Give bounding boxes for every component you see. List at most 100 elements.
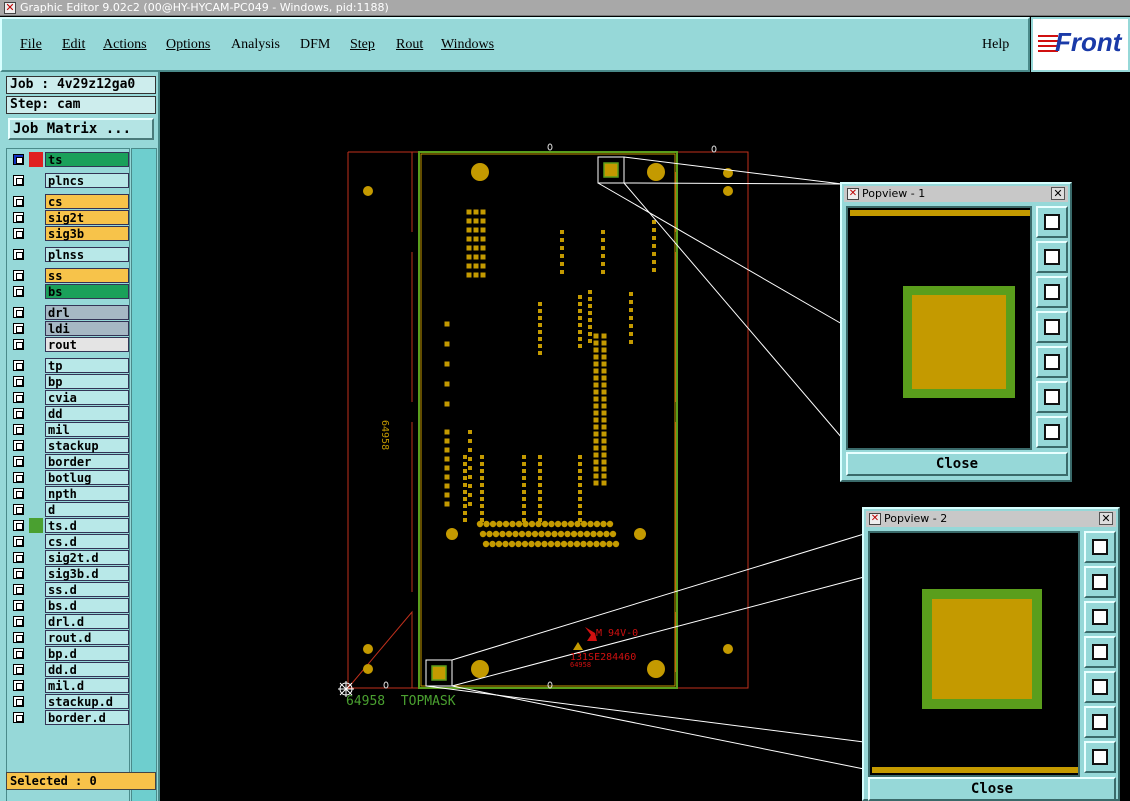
layer-name[interactable]: ts [45,152,129,167]
zoom-in-icon[interactable] [1084,741,1116,773]
layer-name[interactable]: bp [45,374,129,389]
layer-name[interactable]: plnss [45,247,129,262]
layer-row-ss[interactable]: ss [9,268,129,283]
pan-up-icon[interactable] [1084,566,1116,598]
layer-name[interactable]: npth [45,486,129,501]
zoom-out-icon[interactable] [1084,706,1116,738]
layer-checkbox[interactable] [13,664,24,675]
layer-name[interactable]: mil.d [45,678,129,693]
layer-name[interactable]: sig3b [45,226,129,241]
menu-actions[interactable]: Actions [103,37,147,53]
popview-1-close-button[interactable]: Close [846,452,1068,476]
layer-checkbox[interactable] [13,228,24,239]
layer-name[interactable]: bs.d [45,598,129,613]
layer-name[interactable]: stackup [45,438,129,453]
layer-checkbox[interactable] [13,323,24,334]
layer-checkbox[interactable] [13,616,24,627]
menu-edit[interactable]: Edit [62,37,85,53]
layer-row-sig2t[interactable]: sig2t [9,210,129,225]
job-matrix-button[interactable]: Job Matrix ... [8,118,154,140]
popview-1-window[interactable]: ✕ Popview - 1 ✕ Close [840,182,1072,482]
layer-checkbox[interactable] [13,456,24,467]
layer-name[interactable]: drl.d [45,614,129,629]
layer-name[interactable]: rout.d [45,630,129,645]
layer-row-plnss[interactable]: plnss [9,247,129,262]
layer-row-drl-d[interactable]: drl.d [9,614,129,629]
layer-checkbox[interactable] [13,600,24,611]
layer-row-tp[interactable]: tp [9,358,129,373]
layer-name[interactable]: bs [45,284,129,299]
layer-checkbox[interactable] [13,196,24,207]
layer-row-border[interactable]: border [9,454,129,469]
layer-name[interactable]: plncs [45,173,129,188]
layer-checkbox[interactable] [13,392,24,403]
layer-row-stackup[interactable]: stackup [9,438,129,453]
layer-name[interactable]: ss [45,268,129,283]
popview-2-titlebar[interactable]: ✕ Popview - 2 ✕ [866,511,1116,527]
layer-row-dd-d[interactable]: dd.d [9,662,129,677]
layer-checkbox[interactable] [13,339,24,350]
layer-row-sig3b[interactable]: sig3b [9,226,129,241]
layer-row-mil[interactable]: mil [9,422,129,437]
layer-name[interactable]: sig3b.d [45,566,129,581]
pan-down-icon[interactable] [1084,601,1116,633]
popview-1-view[interactable] [846,206,1032,450]
layer-name[interactable]: stackup.d [45,694,129,709]
pan-left-icon[interactable] [1084,636,1116,668]
layer-name[interactable]: drl [45,305,129,320]
pan-up-icon[interactable] [1036,241,1068,273]
layer-row-dd[interactable]: dd [9,406,129,421]
layer-row-rout-d[interactable]: rout.d [9,630,129,645]
layer-checkbox[interactable] [13,175,24,186]
layer-row-ldi[interactable]: ldi [9,321,129,336]
layer-name[interactable]: dd [45,406,129,421]
layer-name[interactable]: ss.d [45,582,129,597]
zoom-fit-icon[interactable] [1036,206,1068,238]
layer-row-border-d[interactable]: border.d [9,710,129,725]
layer-list-scrollbar[interactable] [131,148,157,801]
layer-name[interactable]: border.d [45,710,129,725]
layer-checkbox[interactable] [13,360,24,371]
menu-rout[interactable]: Rout [396,37,423,53]
layer-row-mil-d[interactable]: mil.d [9,678,129,693]
pan-right-icon[interactable] [1084,671,1116,703]
menu-analysis[interactable]: Analysis [231,37,280,53]
layer-name[interactable]: ts.d [45,518,129,533]
layer-name[interactable]: rout [45,337,129,352]
layer-checkbox[interactable] [13,286,24,297]
layer-row-cvia[interactable]: cvia [9,390,129,405]
layer-row-sig2t-d[interactable]: sig2t.d [9,550,129,565]
layer-row-cs[interactable]: cs [9,194,129,209]
menu-help[interactable]: Help [982,37,1009,53]
layer-name[interactable]: cs [45,194,129,209]
layer-name[interactable]: sig2t [45,210,129,225]
layer-checkbox[interactable] [13,552,24,563]
layer-checkbox[interactable] [13,680,24,691]
layer-name[interactable]: cs.d [45,534,129,549]
layer-row-bp[interactable]: bp [9,374,129,389]
layer-checkbox[interactable] [13,632,24,643]
layer-checkbox[interactable] [13,307,24,318]
layer-name[interactable]: botlug [45,470,129,485]
layer-checkbox[interactable] [13,472,24,483]
zoom-out-icon[interactable] [1036,381,1068,413]
layer-checkbox[interactable] [13,270,24,281]
popview-2-window[interactable]: ✕ Popview - 2 ✕ Close [862,507,1120,801]
layer-name[interactable]: sig2t.d [45,550,129,565]
layer-checkbox[interactable] [13,249,24,260]
layer-name[interactable]: border [45,454,129,469]
layer-checkbox[interactable] [13,440,24,451]
layer-row-plncs[interactable]: plncs [9,173,129,188]
popview-2-view[interactable] [868,531,1080,777]
layer-row-bp-d[interactable]: bp.d [9,646,129,661]
menu-step[interactable]: Step [350,37,375,53]
layer-row-stackup-d[interactable]: stackup.d [9,694,129,709]
layer-row-rout[interactable]: rout [9,337,129,352]
layer-name[interactable]: bp.d [45,646,129,661]
layer-name[interactable]: ldi [45,321,129,336]
layer-row-ts[interactable]: ts [9,152,129,167]
layer-checkbox[interactable] [13,488,24,499]
layer-checkbox[interactable] [13,696,24,707]
popview-2-close-button[interactable]: Close [868,777,1116,801]
close-icon[interactable]: ✕ [1099,512,1113,525]
